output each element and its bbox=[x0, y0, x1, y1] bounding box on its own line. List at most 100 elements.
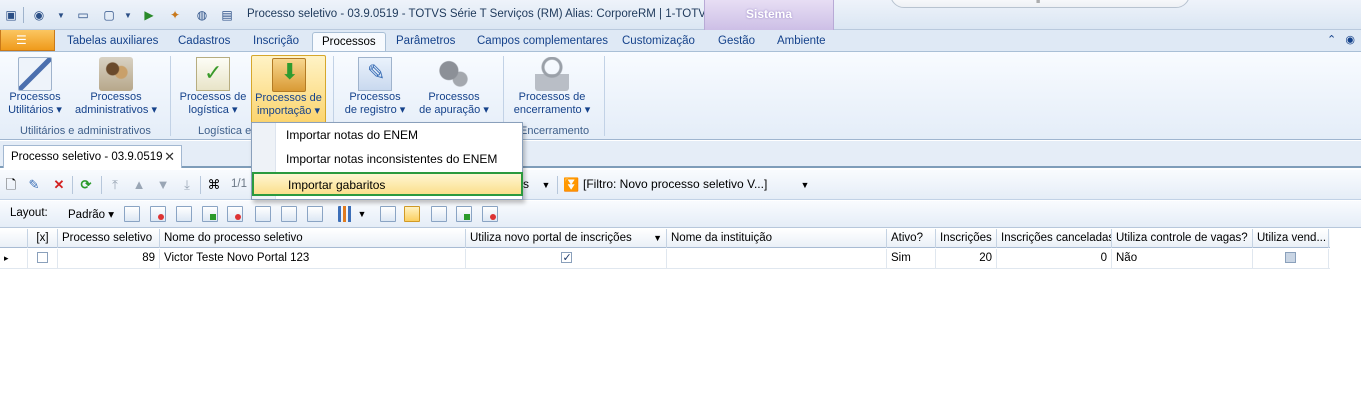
view-list-icon[interactable] bbox=[431, 206, 447, 222]
globe-icon[interactable]: ◍ bbox=[193, 6, 211, 24]
menu-item-importar-gabaritos[interactable]: Importar gabaritos bbox=[252, 172, 523, 196]
globe-icon[interactable]: ◉ bbox=[30, 6, 48, 24]
dropdown-arrow-icon[interactable]: ▼ bbox=[538, 177, 554, 193]
processos-importacao-button[interactable]: Processos de importação ▾ bbox=[251, 55, 326, 126]
new-icon[interactable]: 🗋 bbox=[3, 177, 19, 193]
dropdown-arrow-icon[interactable]: ▼ bbox=[354, 206, 370, 222]
layout-import-icon[interactable] bbox=[202, 206, 218, 222]
document-icon[interactable]: ▤ bbox=[218, 6, 236, 24]
close-icon[interactable]: ✕ bbox=[164, 149, 175, 165]
checklist-icon bbox=[196, 57, 230, 91]
checkbox-icon[interactable] bbox=[1285, 252, 1296, 264]
next-icon[interactable]: ▼ bbox=[155, 177, 171, 193]
collapse-ribbon-icon[interactable]: ⌃ bbox=[1327, 34, 1336, 46]
tab-customizacao[interactable]: Customização bbox=[622, 32, 695, 51]
table-row[interactable]: ▸ 89 Victor Teste Novo Portal 123 Sim 20… bbox=[0, 249, 1330, 269]
column-header-instituicao[interactable]: Nome da instituição bbox=[667, 229, 887, 248]
layout-delete-icon[interactable] bbox=[150, 206, 166, 222]
help-icon[interactable]: ◉ bbox=[1345, 34, 1355, 46]
first-icon[interactable]: ⤒ bbox=[107, 177, 123, 193]
previous-icon[interactable]: ▲ bbox=[131, 177, 147, 193]
export-excel-icon[interactable] bbox=[456, 206, 472, 222]
chart-icon[interactable] bbox=[338, 206, 354, 222]
record-counter: 1/1 bbox=[231, 178, 247, 190]
layout-export-icon[interactable] bbox=[227, 206, 243, 222]
run-icon[interactable]: ▶ bbox=[140, 6, 158, 24]
cell-canceladas: 0 bbox=[997, 249, 1112, 269]
button-label: Processos de bbox=[255, 92, 322, 104]
scroll-handle[interactable]: ≡ bbox=[890, 0, 1190, 8]
menu-item-importar-notas-enem[interactable]: Importar notas do ENEM bbox=[252, 124, 522, 148]
tab-processos[interactable]: Processos bbox=[312, 32, 386, 51]
dropdown-arrow-icon[interactable]: ▼ bbox=[653, 229, 662, 247]
row-indicator: ▸ bbox=[0, 249, 28, 269]
tab-ambiente[interactable]: Ambiente bbox=[777, 32, 826, 51]
view-grid-icon[interactable] bbox=[380, 206, 396, 222]
processos-encerramento-button[interactable]: Processos de encerramento ▾ bbox=[510, 55, 594, 123]
filter-icon[interactable]: ⏬ bbox=[563, 177, 579, 193]
dropdown-arrow-icon[interactable]: ▼ bbox=[797, 177, 813, 193]
column-header-label: Utiliza novo portal de inscrições bbox=[470, 232, 632, 244]
column-header-select[interactable]: [x] bbox=[28, 229, 58, 248]
tab-tabelas-auxiliares[interactable]: Tabelas auxiliares bbox=[67, 32, 158, 51]
processos-administrativos-button[interactable]: Processos administrativos ▾ bbox=[72, 55, 160, 123]
checkbox-icon[interactable] bbox=[37, 252, 48, 264]
edit-icon[interactable]: ✎ bbox=[26, 177, 42, 193]
processos-apuracao-button[interactable]: Processos de apuração ▾ bbox=[416, 55, 492, 123]
button-label: de apuração ▾ bbox=[419, 104, 489, 116]
column-header-ativo[interactable]: Ativo? bbox=[887, 229, 936, 248]
document-tab-processo-seletivo[interactable]: Processo seletivo - 03.9.0519 ✕ bbox=[3, 145, 182, 168]
grid-header: [x] Processo seletivo Nome do processo s… bbox=[0, 229, 1330, 248]
tab-inscricao[interactable]: Inscrição bbox=[253, 32, 299, 51]
processos-registro-button[interactable]: Processos de registro ▾ bbox=[341, 55, 409, 123]
lock-icon bbox=[535, 57, 569, 91]
button-label: administrativos ▾ bbox=[75, 104, 157, 116]
cell-novo-portal[interactable] bbox=[466, 249, 667, 269]
highlight-icon[interactable] bbox=[307, 206, 323, 222]
column-header-controle-vagas[interactable]: Utiliza controle de vagas? bbox=[1112, 229, 1253, 248]
dropdown-arrow-icon[interactable]: ▼ bbox=[119, 6, 137, 24]
column-header-inscricoes[interactable]: Inscrições bbox=[936, 229, 997, 248]
cell-utiliza-vend[interactable] bbox=[1253, 249, 1329, 269]
group-icon[interactable] bbox=[255, 206, 271, 222]
menu-item-importar-notas-inconsistentes[interactable]: Importar notas inconsistentes do ENEM bbox=[252, 148, 522, 172]
processos-utilitarios-button[interactable]: Processos Utilitários ▾ bbox=[5, 55, 65, 123]
gears-icon bbox=[437, 57, 471, 91]
row-select-cell[interactable] bbox=[28, 249, 58, 269]
separator bbox=[101, 176, 102, 194]
cell-ativo: Sim bbox=[887, 249, 936, 269]
application-menu-button[interactable]: ☰ bbox=[0, 30, 55, 51]
view-form-icon[interactable] bbox=[404, 206, 420, 222]
processos-logistica-button[interactable]: Processos de logística ▾ bbox=[178, 55, 248, 123]
save-icon[interactable]: ▣ bbox=[2, 6, 20, 24]
export-pdf-icon[interactable] bbox=[482, 206, 498, 222]
filter-selector[interactable]: [Filtro: Novo processo seletivo V...] bbox=[583, 177, 767, 191]
last-icon[interactable]: ⤓ bbox=[179, 177, 195, 193]
refresh-icon[interactable]: ⟳ bbox=[78, 177, 94, 193]
delete-icon[interactable]: ✕ bbox=[51, 177, 67, 193]
checkbox-checked-icon[interactable] bbox=[560, 249, 572, 268]
layout-columns-icon[interactable] bbox=[176, 206, 192, 222]
tab-parametros[interactable]: Parâmetros bbox=[396, 32, 455, 51]
layout-icon[interactable]: ▢ bbox=[100, 6, 118, 24]
column-header-canceladas[interactable]: Inscrições canceladas bbox=[997, 229, 1112, 248]
layout-save-icon[interactable] bbox=[124, 206, 140, 222]
dropdown-arrow-icon[interactable]: ▼ bbox=[52, 6, 70, 24]
wand-icon[interactable]: ✦ bbox=[166, 6, 184, 24]
sum-icon[interactable] bbox=[281, 206, 297, 222]
window-icon[interactable]: ▭ bbox=[74, 6, 92, 24]
column-header-novo-portal[interactable]: Utiliza novo portal de inscrições ▼ bbox=[466, 229, 667, 248]
column-header-nome[interactable]: Nome do processo seletivo bbox=[160, 229, 466, 248]
binoculars-icon[interactable]: ⌘ bbox=[206, 177, 222, 193]
ribbon-controls: ⌃ ◉ bbox=[1327, 33, 1355, 46]
view-selector[interactable]: s bbox=[523, 177, 529, 191]
layout-label: Layout: bbox=[10, 207, 48, 219]
column-header-processo-seletivo[interactable]: Processo seletivo bbox=[58, 229, 160, 248]
layout-selector[interactable]: Padrão ▾ bbox=[68, 207, 114, 221]
window-title: Processo seletivo - 03.9.0519 - TOTVS Sé… bbox=[247, 8, 733, 20]
tab-campos-complementares[interactable]: Campos complementares bbox=[477, 32, 608, 51]
tab-gestao[interactable]: Gestão bbox=[718, 32, 755, 51]
tab-cadastros[interactable]: Cadastros bbox=[178, 32, 230, 51]
context-tab-sistema[interactable]: Sistema bbox=[704, 0, 834, 30]
column-header-utiliza-vend[interactable]: Utiliza vend... bbox=[1253, 229, 1329, 248]
